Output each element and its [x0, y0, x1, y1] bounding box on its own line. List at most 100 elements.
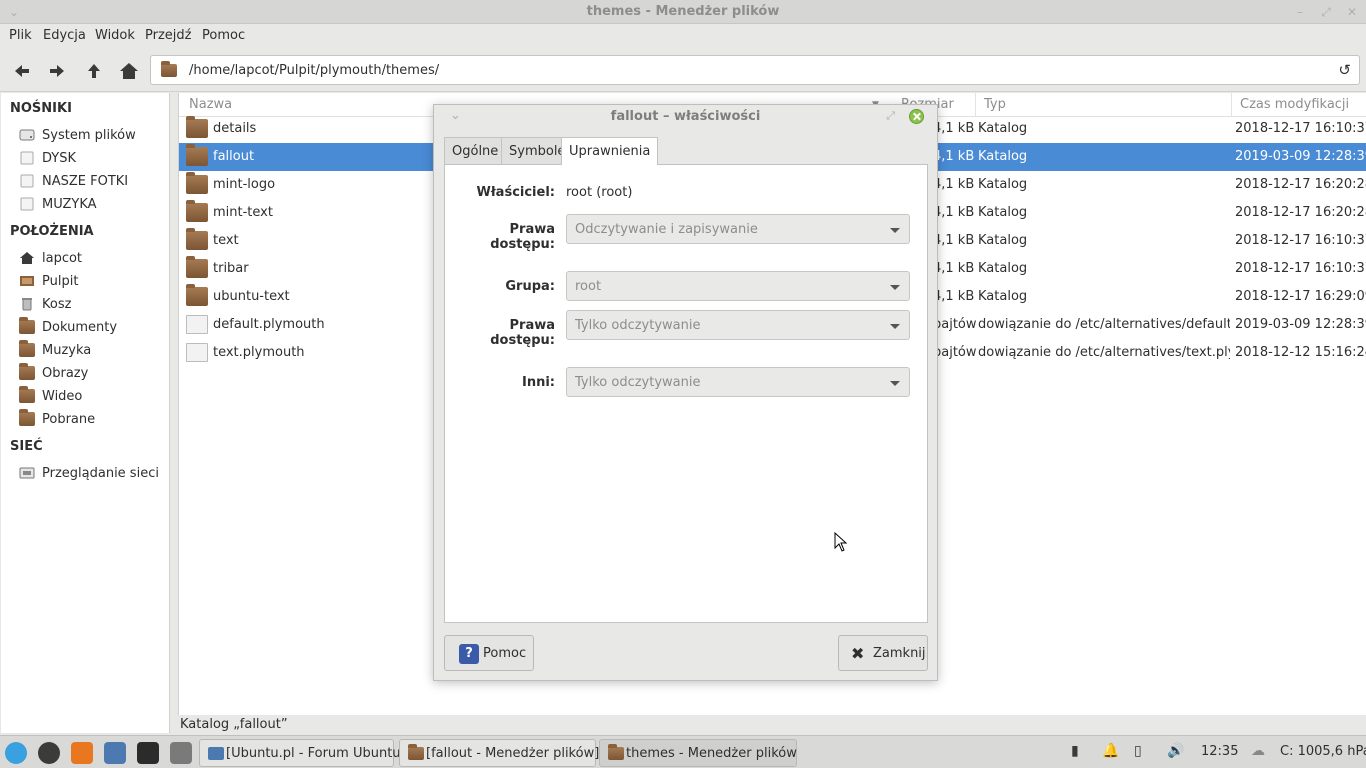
dialog-maximize-icon[interactable]: ⤢ — [886, 109, 895, 123]
file-size: 4,1 kB — [933, 149, 975, 164]
sidebar-item-label: System plików — [42, 128, 136, 143]
sidebar-item-dokumenty[interactable]: Dokumenty — [19, 317, 169, 338]
whisker-menu-icon[interactable] — [5, 742, 27, 764]
column-modified[interactable]: Czas modyfikacji — [1240, 97, 1349, 112]
sidebar-item-nasze-fotki[interactable]: NASZE FOTKI — [19, 172, 169, 192]
group-access-select[interactable]: Tylko odczytywanie — [566, 310, 910, 340]
sidebar-item-label: lapcot — [42, 251, 83, 266]
sidebar-item-kosz[interactable]: Kosz — [19, 295, 169, 315]
back-icon[interactable] — [11, 60, 33, 82]
file-size: bajtów — [933, 345, 977, 360]
notification-bell-icon[interactable]: 🔔 — [1102, 743, 1119, 759]
tab-uprawnienia[interactable]: Uprawnienia — [561, 137, 659, 165]
network-icon — [19, 467, 35, 479]
folder-icon — [408, 744, 424, 760]
sidebar-item-pobrane[interactable]: Pobrane — [19, 409, 169, 430]
terminal-icon[interactable] — [137, 742, 159, 764]
menu-przejdz[interactable]: Przejdź — [145, 28, 191, 43]
symlink-file-icon — [186, 315, 208, 334]
battery-icon[interactable]: ▯ — [1134, 743, 1142, 759]
group-access-value: Tylko odczytywanie — [575, 318, 701, 333]
up-icon[interactable] — [83, 60, 105, 82]
file-size: 4,1 kB — [933, 261, 975, 276]
file-modified: 2018-12-17 16:20:28 — [1235, 205, 1366, 220]
menu-plik[interactable]: Plik — [9, 28, 32, 43]
weather-cloud-icon[interactable]: ☁ — [1251, 743, 1265, 759]
task-fallout-filemanager[interactable]: [fallout - Menedżer plików] — [399, 739, 600, 767]
sidebar-item-dysk[interactable]: DYSK — [19, 149, 169, 169]
permissions-panel: Właściciel: root (root) Prawa dostępu: O… — [444, 164, 928, 623]
task-themes-filemanager[interactable]: themes - Menedżer plików — [599, 739, 797, 767]
maximize-icon[interactable]: ⤢ — [1318, 4, 1334, 20]
column-separator[interactable] — [975, 93, 976, 117]
menu-pomoc[interactable]: Pomoc — [202, 28, 245, 43]
sidebar-item-obrazy[interactable]: Obrazy — [19, 363, 169, 384]
dialog-close-icon[interactable] — [909, 109, 924, 124]
firefox-icon[interactable] — [71, 742, 93, 764]
folder-icon — [186, 228, 208, 250]
network-signal-icon[interactable]: ▮ — [1071, 743, 1079, 759]
close-button-label: Zamknij — [873, 646, 926, 661]
close-icon[interactable]: ✕ — [1344, 4, 1360, 20]
clock[interactable]: 12:35 — [1201, 744, 1238, 759]
sidebar-item-lapcot[interactable]: lapcot — [19, 249, 169, 269]
folder-icon — [186, 256, 208, 278]
location-path[interactable]: /home/lapcot/Pulpit/plymouth/themes/ — [189, 63, 439, 78]
drive-icon — [20, 197, 34, 211]
sidebar-item-muzyka[interactable]: Muzyka — [19, 340, 169, 361]
menu-widok[interactable]: Widok — [95, 28, 135, 43]
file-manager-launcher-icon[interactable] — [104, 742, 126, 764]
owner-access-label: Prawa dostępu: — [490, 222, 555, 252]
window-titlebar[interactable]: ⌄ themes - Menedżer plików – ⤢ ✕ — [0, 0, 1366, 24]
sidebar-item-network[interactable]: Przeglądanie sieci — [19, 464, 169, 484]
file-name: text — [213, 233, 239, 248]
close-button[interactable]: ✖ Zamknij — [838, 635, 928, 671]
help-button-label: Pomoc — [483, 646, 527, 661]
help-button[interactable]: ? Pomoc — [444, 635, 534, 671]
sidebar-item-label: MUZYKA — [42, 197, 97, 212]
calculator-icon[interactable] — [170, 742, 192, 764]
weather-readout[interactable]: C: 1005,6 hPa — [1280, 744, 1366, 759]
file-size: 4,1 kB — [933, 177, 975, 192]
dialog-titlebar[interactable]: ⌄ fallout – właściwości ⤢ — [434, 105, 937, 129]
home-icon — [20, 252, 34, 264]
sidebar-item-wideo[interactable]: Wideo — [19, 386, 169, 407]
group-value: root — [575, 279, 602, 294]
window-title: themes - Menedżer plików — [586, 4, 780, 19]
status-text: Katalog „fallout” — [180, 717, 288, 732]
reload-icon[interactable]: ↺ — [1338, 61, 1351, 79]
forward-icon[interactable] — [46, 60, 68, 82]
owner-access-select[interactable]: Odczytywanie i zapisywanie — [566, 214, 910, 244]
media-player-icon[interactable] — [38, 742, 60, 764]
sidebar-item-muzyka-drive[interactable]: MUZYKA — [19, 195, 169, 215]
volume-icon[interactable]: 🔊 — [1167, 743, 1184, 759]
group-select[interactable]: root — [566, 271, 910, 301]
file-type: Katalog — [978, 177, 1028, 192]
column-separator[interactable] — [1231, 93, 1232, 117]
status-bar: Katalog „fallout” — [170, 715, 1366, 735]
column-name[interactable]: Nazwa — [189, 97, 232, 112]
minimize-icon[interactable]: – — [1292, 4, 1308, 20]
tab-ogolne[interactable]: Ogólne — [444, 137, 507, 164]
chevron-down-icon — [890, 324, 900, 329]
task-label: [fallout - Menedżer plików] — [426, 746, 600, 761]
others-label: Inni: — [521, 375, 555, 390]
sidebar-heading-places: POŁOŻENIA — [10, 224, 94, 239]
group-label: Grupa: — [505, 279, 555, 294]
file-type: dowiązanie do /etc/alternatives/default.… — [978, 317, 1230, 332]
home-icon[interactable] — [118, 60, 140, 82]
menu-edycja[interactable]: Edycja — [43, 28, 86, 43]
sidebar-item-system[interactable]: System plików — [19, 126, 169, 146]
dialog-title: fallout – właściwości — [610, 109, 761, 124]
sidebar-item-label: DYSK — [42, 151, 77, 166]
pictures-folder-icon — [19, 363, 35, 380]
task-forum-ubuntu[interactable]: [Ubuntu.pl - Forum Ubuntu -... — [199, 739, 422, 767]
column-type[interactable]: Typ — [984, 97, 1006, 112]
file-size: 4,1 kB — [933, 289, 975, 304]
sidebar-item-pulpit[interactable]: Pulpit — [19, 272, 169, 292]
trash-icon — [22, 298, 32, 311]
file-type: Katalog — [978, 261, 1028, 276]
others-access-select[interactable]: Tylko odczytywanie — [566, 367, 910, 397]
file-type: Katalog — [978, 233, 1028, 248]
location-bar[interactable]: /home/lapcot/Pulpit/plymouth/themes/ ↺ — [150, 55, 1360, 85]
